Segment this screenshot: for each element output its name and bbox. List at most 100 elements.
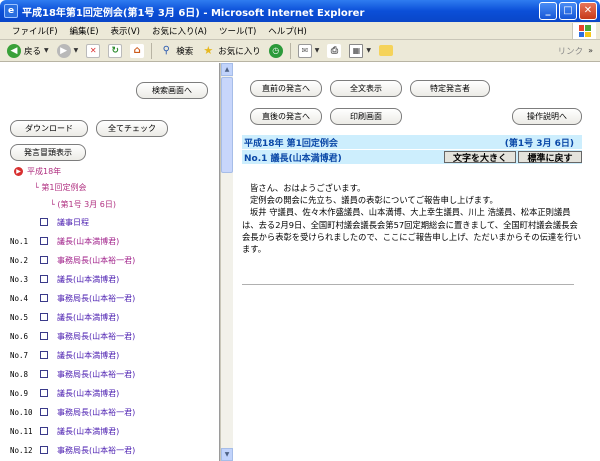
row-number: No.8 (10, 369, 29, 379)
stop-button[interactable]: ✕ (83, 41, 103, 61)
history-icon: ◷ (268, 43, 283, 58)
tree-issue-label: (第1号 3月 6日) (57, 200, 116, 209)
list-item: No.12 事務局長(山本裕一君) (4, 443, 219, 457)
item-checkbox[interactable] (40, 427, 48, 435)
speaker-list-button[interactable]: 発言冒頭表示 (10, 144, 86, 161)
speaker-name: No.1 議長(山本満博君) (244, 153, 342, 164)
tree-year-link[interactable]: ▶ 平成18年 (14, 166, 61, 177)
item-checkbox[interactable] (40, 294, 48, 302)
reset-text-button[interactable]: 標準に戻す (518, 151, 582, 164)
window-title: 平成18年第1回定例会(第1号 3月 6日) - Microsoft Inter… (22, 7, 365, 19)
item-checkbox[interactable] (40, 408, 48, 416)
list-item: No.8 事務局長(山本裕一君) (4, 367, 219, 381)
speaker-link[interactable]: 議長(山本満博君) (57, 236, 119, 247)
tree-year-label: 平成18年 (27, 167, 62, 176)
edit-button[interactable]: ▦ ▼ (346, 41, 374, 61)
back-arrow-icon: ◀ (7, 43, 21, 58)
folder-button[interactable] (376, 41, 396, 61)
menu-view[interactable]: 表示(V) (105, 25, 146, 37)
favorites-label: お気に入り (218, 46, 261, 57)
refresh-button[interactable]: ↻ (105, 41, 125, 61)
home-button[interactable]: ⌂ (127, 41, 147, 61)
item-checkbox[interactable] (40, 351, 48, 359)
menu-favorites[interactable]: お気に入り(A) (146, 25, 213, 37)
chevron-down-icon[interactable]: ▼ (366, 47, 371, 54)
speech-paragraph: 坂井 守議員、佐々木作盛議員、山本満博、大上幸生議員、川上 浩議員、松本正則議員… (242, 207, 582, 255)
tree-session-label: 第1回定例会 (41, 183, 87, 192)
row-number: No.6 (10, 331, 29, 341)
links-button[interactable]: リンク » (555, 41, 596, 61)
links-label: リンク (557, 46, 584, 57)
speaker-link[interactable]: 事務局長(山本裕一君) (57, 369, 135, 380)
item-checkbox[interactable] (40, 332, 48, 340)
item-checkbox[interactable] (40, 256, 48, 264)
search-screen-button[interactable]: 検索画面へ (136, 82, 208, 99)
left-frame-scrollbar[interactable]: ▲ ▼ (220, 63, 233, 461)
tree-issue-link[interactable]: └ (第1号 3月 6日) (50, 199, 116, 210)
check-all-button[interactable]: 全てチェック (96, 120, 168, 137)
speaker-link[interactable]: 議長(山本満博君) (57, 312, 119, 323)
minimize-icon[interactable]: _ (539, 2, 557, 20)
list-item: No.10 事務局長(山本裕一君) (4, 405, 219, 419)
menu-tools[interactable]: ツール(T) (213, 25, 262, 37)
speaker-link[interactable]: 事務局長(山本裕一君) (57, 331, 135, 342)
speaker-link[interactable]: 議長(山本満博君) (57, 274, 119, 285)
menu-help[interactable]: ヘルプ(H) (262, 25, 313, 37)
forward-button[interactable]: ▶ ▼ (54, 41, 82, 61)
item-checkbox[interactable] (40, 237, 48, 245)
row-number: No.9 (10, 388, 29, 398)
speaker-link[interactable]: 議長(山本満博君) (57, 350, 119, 361)
history-button[interactable]: ◷ (266, 41, 286, 61)
prev-speech-button[interactable]: 直前の発言へ (250, 80, 322, 97)
print-button[interactable]: ⎙ (324, 41, 344, 61)
scroll-down-icon[interactable]: ▼ (221, 448, 233, 461)
list-item: No.1 議長(山本満博君) (4, 234, 219, 248)
row-number: No.2 (10, 255, 29, 265)
toolbar: ◀ 戻る ▼ ▶ ▼ ✕ ↻ ⌂ ⚲ 検索 ★ お気に入り ◷ ✉ ▼ ⎙ ▦ … (0, 40, 600, 62)
favorites-button[interactable]: ★ お気に入り (198, 41, 264, 61)
tree-session-link[interactable]: └ 第1回定例会 (34, 182, 86, 193)
back-button[interactable]: ◀ 戻る ▼ (4, 41, 52, 61)
speaker-link[interactable]: 事務局長(山本裕一君) (57, 293, 135, 304)
search-button[interactable]: ⚲ 検索 (156, 41, 196, 61)
full-text-button[interactable]: 全文表示 (330, 80, 402, 97)
menu-file[interactable]: ファイル(F) (6, 25, 64, 37)
chevron-down-icon[interactable]: ▼ (44, 47, 49, 54)
chevron-down-icon[interactable]: ▼ (315, 47, 320, 54)
mail-button[interactable]: ✉ ▼ (295, 41, 323, 61)
item-checkbox[interactable] (40, 275, 48, 283)
specific-speaker-button[interactable]: 特定発言者 (410, 80, 490, 97)
speaker-link[interactable]: 議長(山本満博君) (57, 388, 119, 399)
window-controls: _ □ ✕ (539, 2, 597, 20)
item-checkbox[interactable] (40, 389, 48, 397)
row-number: No.4 (10, 293, 29, 303)
scroll-thumb[interactable] (221, 77, 233, 173)
close-icon[interactable]: ✕ (579, 2, 597, 20)
print-screen-button[interactable]: 印刷画面 (330, 108, 402, 125)
maximize-icon[interactable]: □ (559, 2, 577, 20)
agenda-row: 議事日程 (4, 215, 219, 229)
speaker-link[interactable]: 事務局長(山本裕一君) (57, 255, 135, 266)
download-button[interactable]: ダウンロード (10, 120, 88, 137)
agenda-link[interactable]: 議事日程 (57, 217, 89, 228)
item-checkbox[interactable] (40, 446, 48, 454)
chevron-right-icon: » (588, 46, 593, 55)
enlarge-text-button[interactable]: 文字を大きく (444, 151, 516, 164)
next-speech-button[interactable]: 直後の発言へ (250, 108, 322, 125)
item-checkbox[interactable] (40, 313, 48, 321)
list-item: No.3 議長(山本満博君) (4, 272, 219, 286)
row-number: No.1 (10, 236, 29, 246)
tree-branch-icon: └ (34, 183, 39, 192)
row-number: No.11 (10, 426, 33, 436)
list-item: No.6 事務局長(山本裕一君) (4, 329, 219, 343)
scroll-up-icon[interactable]: ▲ (221, 63, 233, 76)
help-button[interactable]: 操作説明へ (512, 108, 582, 125)
mail-icon: ✉ (297, 43, 312, 58)
speaker-link[interactable]: 事務局長(山本裕一君) (57, 407, 135, 418)
speaker-link[interactable]: 議長(山本満博君) (57, 426, 119, 437)
agenda-checkbox[interactable] (40, 218, 48, 226)
item-checkbox[interactable] (40, 370, 48, 378)
speaker-link[interactable]: 事務局長(山本裕一君) (57, 445, 135, 456)
chevron-down-icon[interactable]: ▼ (74, 47, 79, 54)
menu-edit[interactable]: 編集(E) (64, 25, 105, 37)
